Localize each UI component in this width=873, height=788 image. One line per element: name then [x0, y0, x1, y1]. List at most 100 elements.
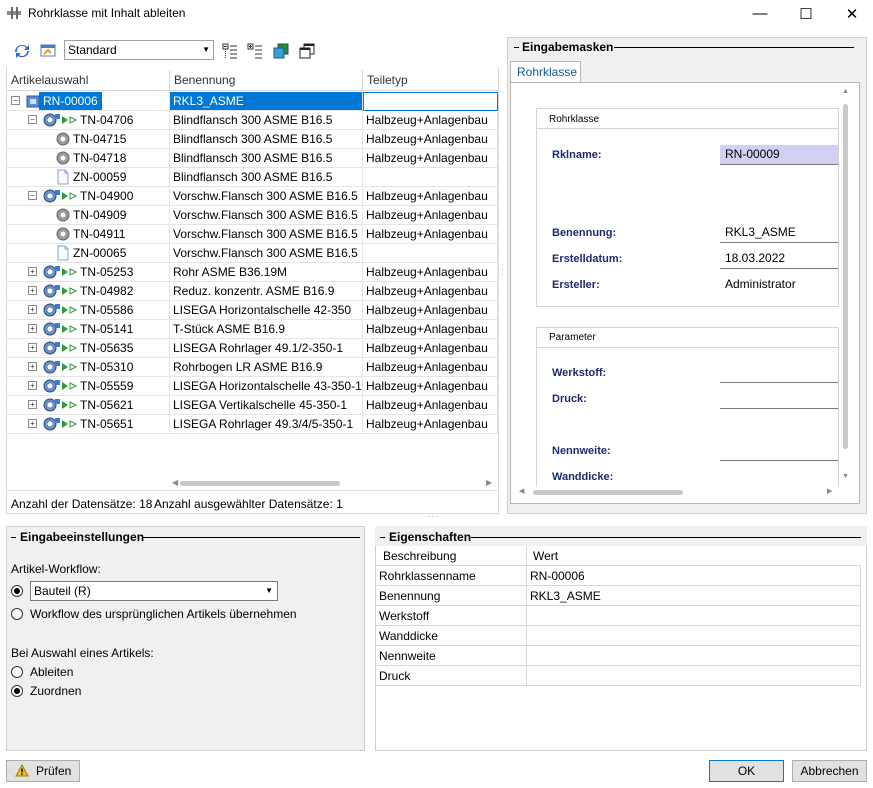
artikel-cell[interactable]: TN-04715 — [7, 130, 170, 149]
property-value[interactable]: RN-00006 — [527, 566, 861, 586]
table-row[interactable]: − TN-04900 Vorschw.Flansch 300 ASME B16.5 H… — [7, 187, 498, 206]
artikel-cell[interactable]: ZN-00065 — [7, 244, 170, 263]
teiletyp-cell[interactable]: Halbzeug+Anlagenbau — [363, 377, 498, 396]
workflow-select[interactable]: Bauteil (R) ▼ — [30, 581, 278, 601]
radio-zuordnen[interactable] — [11, 685, 23, 697]
benennung-cell[interactable]: LISEGA Horizontalschelle 42-350 — [170, 301, 363, 320]
scroll-left-icon[interactable]: ◀ — [172, 478, 178, 487]
expand-icon[interactable]: + — [28, 343, 37, 352]
scroll-up-icon[interactable]: ▲ — [842, 88, 849, 95]
property-row[interactable]: Rohrklassenname RN-00006 — [376, 566, 861, 586]
rklname-field[interactable]: RN-00009 — [720, 145, 838, 165]
benennung-cell[interactable]: Reduz. konzentr. ASME B16.9 — [170, 282, 363, 301]
artikel-cell[interactable]: + TN-05635 — [7, 339, 170, 358]
table-row[interactable]: TN-04911 Vorschw.Flansch 300 ASME B16.5 Ha… — [7, 225, 498, 244]
expand-icon[interactable]: + — [28, 362, 37, 371]
teiletyp-cell[interactable]: Halbzeug+Anlagenbau — [363, 396, 498, 415]
nennweite-field[interactable] — [720, 441, 838, 461]
artikel-cell[interactable]: + TN-05621 — [7, 396, 170, 415]
table-row[interactable]: − RN-00006 RKL3_ASME — [7, 92, 498, 111]
artikel-cell[interactable]: + TN-05586 — [7, 301, 170, 320]
table-row[interactable]: + TN-05559 LISEGA Horizontalschelle 43-350… — [7, 377, 498, 396]
wanddicke-field[interactable] — [720, 467, 838, 484]
abbrechen-button[interactable]: Abbrechen — [792, 760, 867, 782]
copy-icon[interactable] — [272, 42, 290, 60]
column-header-teiletyp[interactable]: Teiletyp — [363, 70, 498, 91]
expand-icon[interactable]: + — [28, 324, 37, 333]
property-row[interactable]: Benennung RKL3_ASME — [376, 586, 861, 606]
teiletyp-cell[interactable] — [363, 168, 498, 187]
benennung-cell[interactable]: LISEGA Rohrlager 49.3/4/5-350-1 — [170, 415, 363, 434]
werkstoff-field[interactable] — [720, 363, 838, 383]
teiletyp-cell[interactable]: Halbzeug+Anlagenbau — [363, 263, 498, 282]
benennung-cell[interactable]: Blindflansch 300 ASME B16.5 — [170, 130, 363, 149]
benennung-cell[interactable]: Vorschw.Flansch 300 ASME B16.5 — [170, 187, 363, 206]
ok-button[interactable]: OK — [709, 760, 784, 782]
column-header-artikelauswahl[interactable]: Artikelauswahl — [7, 70, 170, 91]
expand-icon[interactable]: + — [28, 400, 37, 409]
benennung-cell[interactable]: RKL3_ASME — [170, 92, 363, 111]
artikel-cell[interactable]: − TN-04900 — [7, 187, 170, 206]
collapse-icon[interactable]: − — [11, 96, 20, 105]
radio-ableiten[interactable] — [11, 666, 23, 678]
erstelldatum-field[interactable]: 18.03.2022 — [720, 249, 838, 269]
artikel-cell[interactable]: TN-04718 — [7, 149, 170, 168]
tab-rohrklasse[interactable]: Rohrklasse — [510, 61, 581, 83]
artikel-cell[interactable]: + TN-05651 — [7, 415, 170, 434]
grid-horizontal-scrollbar[interactable] — [180, 481, 340, 486]
benennung-field[interactable]: RKL3_ASME — [720, 223, 838, 243]
expand-icon[interactable]: + — [28, 267, 37, 276]
teiletyp-cell[interactable] — [363, 92, 498, 111]
benennung-cell[interactable]: LISEGA Horizontalschelle 43-350-1 — [170, 377, 363, 396]
windows-icon[interactable] — [298, 42, 316, 60]
property-row[interactable]: Nennweite — [376, 646, 861, 666]
teiletyp-cell[interactable]: Halbzeug+Anlagenbau — [363, 358, 498, 377]
column-header-benennung[interactable]: Benennung — [170, 70, 363, 91]
artikel-cell[interactable]: + TN-05310 — [7, 358, 170, 377]
teiletyp-cell[interactable]: Halbzeug+Anlagenbau — [363, 339, 498, 358]
radio-workflow-original[interactable] — [11, 608, 23, 620]
expand-icon[interactable]: + — [28, 286, 37, 295]
table-row[interactable]: TN-04909 Vorschw.Flansch 300 ASME B16.5 Ha… — [7, 206, 498, 225]
teiletyp-cell[interactable]: Halbzeug+Anlagenbau — [363, 130, 498, 149]
property-row[interactable]: Druck — [376, 666, 861, 686]
artikel-cell[interactable]: + TN-05559 — [7, 377, 170, 396]
vertical-splitter[interactable]: · · · — [501, 261, 504, 279]
artikel-cell[interactable]: − RN-00006 — [7, 92, 170, 111]
view-select[interactable]: Standard ▼ — [64, 40, 214, 60]
property-value[interactable] — [527, 606, 861, 626]
benennung-cell[interactable]: Rohr ASME B36.19M — [170, 263, 363, 282]
expand-icon[interactable]: + — [28, 381, 37, 390]
benennung-cell[interactable]: Blindflansch 300 ASME B16.5 — [170, 149, 363, 168]
minimize-button[interactable]: — — [737, 0, 783, 27]
table-row[interactable]: + TN-05310 Rohrbogen LR ASME B16.9 Halbzeug… — [7, 358, 498, 377]
artikel-cell[interactable]: + TN-05253 — [7, 263, 170, 282]
maximize-button[interactable]: ☐ — [783, 0, 829, 27]
benennung-cell[interactable]: LISEGA Vertikalschelle 45-350-1 — [170, 396, 363, 415]
collapse-icon[interactable]: − — [28, 191, 37, 200]
table-row[interactable]: + TN-05586 LISEGA Horizontalschelle 42-350… — [7, 301, 498, 320]
table-row[interactable]: − TN-04706 Blindflansch 300 ASME B16.5 Halb… — [7, 111, 498, 130]
benennung-cell[interactable]: LISEGA Rohrlager 49.1/2-350-1 — [170, 339, 363, 358]
table-row[interactable]: ZN-00059 Blindflansch 300 ASME B16.5 — [7, 168, 498, 187]
teiletyp-cell[interactable]: Halbzeug+Anlagenbau — [363, 282, 498, 301]
teiletyp-cell[interactable]: Halbzeug+Anlagenbau — [363, 301, 498, 320]
table-row[interactable]: TN-04715 Blindflansch 300 ASME B16.5 Halbz… — [7, 130, 498, 149]
pruefen-button[interactable]: Prüfen — [6, 760, 80, 782]
scroll-right-icon[interactable]: ▶ — [827, 487, 832, 495]
artikel-cell[interactable]: TN-04911 — [7, 225, 170, 244]
property-value[interactable] — [527, 626, 861, 646]
benennung-cell[interactable]: Blindflansch 300 ASME B16.5 — [170, 168, 363, 187]
scroll-right-icon[interactable]: ▶ — [486, 478, 492, 487]
collapse-icon[interactable]: − — [28, 115, 37, 124]
teiletyp-cell[interactable]: Halbzeug+Anlagenbau — [363, 225, 498, 244]
table-row[interactable]: + TN-04982 Reduz. konzentr. ASME B16.9 Halb… — [7, 282, 498, 301]
table-row[interactable]: TN-04718 Blindflansch 300 ASME B16.5 Halbz… — [7, 149, 498, 168]
expand-all-icon[interactable] — [221, 42, 239, 60]
refresh-icon[interactable] — [13, 42, 31, 60]
teiletyp-cell[interactable]: Halbzeug+Anlagenbau — [363, 320, 498, 339]
artikel-cell[interactable]: + TN-04982 — [7, 282, 170, 301]
view-settings-icon[interactable] — [39, 42, 57, 60]
scroll-down-icon[interactable]: ▼ — [842, 473, 849, 480]
property-row[interactable]: Werkstoff — [376, 606, 861, 626]
